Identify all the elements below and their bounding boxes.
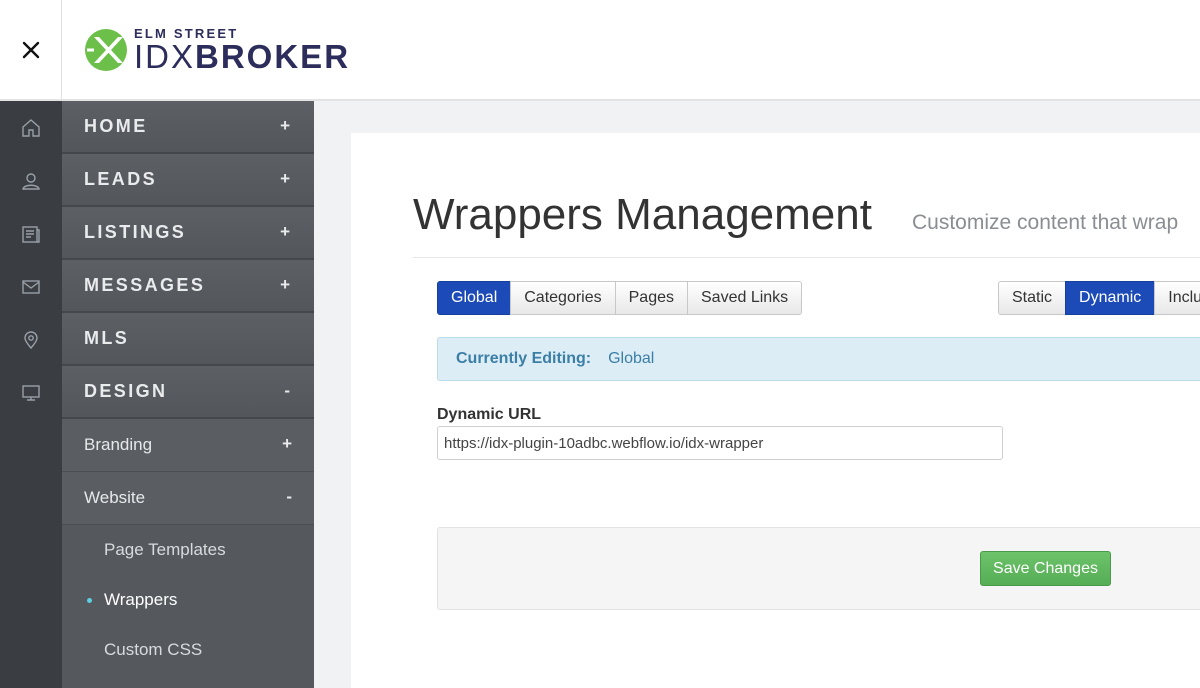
rail-leads[interactable]: [0, 154, 62, 207]
tab-dynamic[interactable]: Dynamic: [1065, 281, 1156, 315]
logo-idx-text: IDX: [134, 38, 196, 75]
dynamic-url-label: Dynamic URL: [437, 406, 542, 423]
tab-global[interactable]: Global: [437, 281, 512, 315]
sidebar-item-listings[interactable]: LISTINGS +: [62, 207, 314, 260]
page-title: Wrappers Management: [413, 190, 872, 239]
sidebar-item-website[interactable]: Website -: [62, 472, 314, 525]
rail-design[interactable]: [0, 366, 62, 419]
sidebar-item-messages[interactable]: MESSAGES +: [62, 260, 314, 313]
close-icon: [22, 41, 39, 59]
active-indicator-dot: [87, 598, 92, 603]
sidebar-item-custom-css[interactable]: Custom CSS: [62, 625, 314, 675]
tab-categories[interactable]: Categories: [510, 281, 616, 315]
expand-icon: +: [282, 434, 292, 453]
sidebar-menu: HOME + LEADS + LISTINGS + MESSAGES + MLS…: [62, 101, 314, 688]
sidebar-item-label: MESSAGES: [84, 275, 206, 295]
mail-icon: [22, 279, 40, 294]
idx-broker-logo[interactable]: ELM STREET IDXBROKER: [84, 26, 348, 76]
tab-saved-links[interactable]: Saved Links: [687, 281, 803, 315]
close-button[interactable]: [0, 0, 62, 100]
map-pin-icon: [24, 330, 38, 349]
monitor-icon: [22, 384, 40, 401]
title-divider: [413, 257, 1200, 258]
sidebar-item-label: Website: [84, 488, 146, 507]
sidebar-item-label: HOME: [84, 116, 148, 136]
page-subtitle: Customize content that wrap: [912, 211, 1179, 234]
currently-editing-alert: Currently Editing: Global: [437, 337, 1200, 381]
expand-icon: +: [280, 275, 290, 294]
collapse-icon: -: [284, 381, 290, 400]
sidebar-item-home[interactable]: HOME +: [62, 101, 314, 154]
currently-editing-label: Currently Editing:: [456, 350, 592, 367]
sidebar-item-page-templates[interactable]: Page Templates: [62, 525, 314, 575]
sidebar-item-label: MLS: [84, 328, 130, 348]
collapse-icon: -: [286, 487, 292, 506]
sidebar-item-branding[interactable]: Branding +: [62, 419, 314, 472]
rail-home[interactable]: [0, 101, 62, 154]
expand-icon: +: [280, 222, 290, 241]
user-icon: [22, 172, 40, 190]
rail-listings[interactable]: [0, 207, 62, 260]
listings-icon: [22, 225, 40, 243]
expand-icon: +: [280, 116, 290, 135]
sidebar-item-wrappers[interactable]: Wrappers: [62, 575, 314, 625]
logo-mark-icon: [85, 29, 127, 71]
currently-editing-value: Global: [608, 350, 655, 367]
tab-include[interactable]: Inclu: [1154, 281, 1200, 315]
sidebar-item-leads[interactable]: LEADS +: [62, 154, 314, 207]
sidebar-item-mls[interactable]: MLS: [62, 313, 314, 366]
sidebar-item-label: LISTINGS: [84, 222, 187, 242]
wrapper-type-tab-group: Static Dynamic Inclu: [998, 281, 1200, 315]
sidebar-item-label: LEADS: [84, 169, 158, 189]
rail-messages[interactable]: [0, 260, 62, 313]
logo-broker-text: BROKER: [195, 38, 351, 75]
home-icon: [22, 118, 40, 137]
icon-rail: [0, 101, 62, 688]
sidebar-item-label: Wrappers: [104, 590, 178, 609]
save-changes-button[interactable]: Save Changes: [980, 551, 1111, 586]
scope-tab-group: Global Categories Pages Saved Links: [437, 281, 803, 315]
rail-mls[interactable]: [0, 313, 62, 366]
sidebar-item-label: Custom CSS: [104, 640, 203, 659]
sidebar-item-label: Branding: [84, 435, 153, 454]
dynamic-url-input[interactable]: [437, 426, 1003, 460]
logo-main-text: IDXBROKER: [134, 39, 350, 75]
top-header: ELM STREET IDXBROKER: [0, 0, 1200, 101]
sidebar-item-label: DESIGN: [84, 381, 168, 401]
tab-static[interactable]: Static: [998, 281, 1067, 315]
sidebar-item-design[interactable]: DESIGN -: [62, 366, 314, 419]
expand-icon: +: [280, 169, 290, 188]
sidebar-item-label: Page Templates: [104, 540, 226, 559]
tab-pages[interactable]: Pages: [614, 281, 688, 315]
